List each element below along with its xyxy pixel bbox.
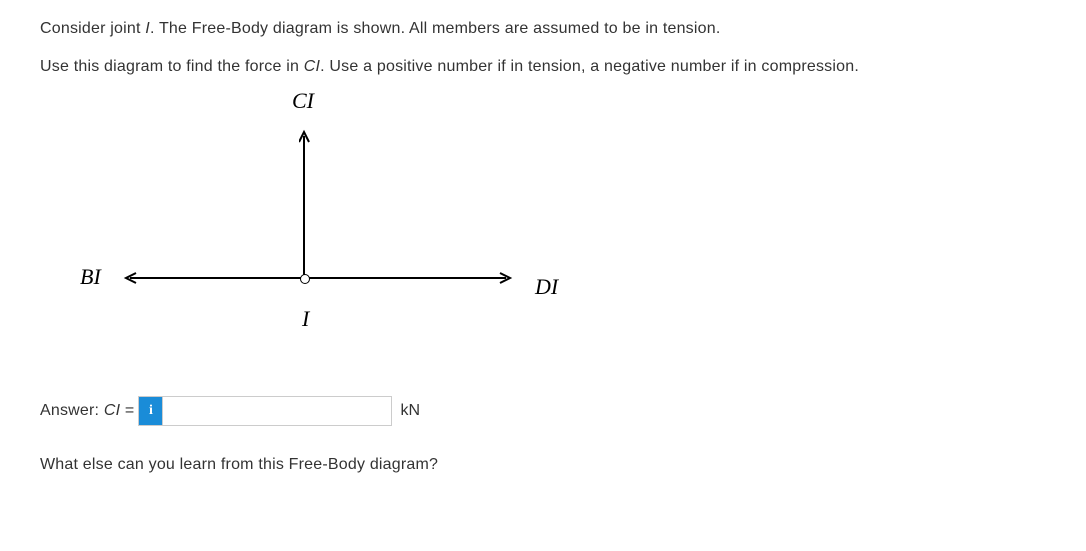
paragraph-1: Consider joint I. The Free-Body diagram … [40, 20, 1046, 38]
answer-label: Answer: CI = [40, 402, 134, 420]
answer-prefix: Answer: [40, 402, 104, 419]
arrow-bi [120, 272, 310, 288]
answer-row: Answer: CI = i kN [40, 396, 1046, 426]
joint-node [300, 274, 310, 284]
answer-input[interactable] [162, 396, 392, 426]
arrow-ci [299, 126, 315, 276]
answer-equals: = [120, 402, 134, 419]
unit-label: kN [400, 402, 420, 420]
label-di: DI [535, 274, 558, 300]
paragraph-2-suffix: . Use a positive number if in tension, a… [320, 58, 859, 75]
paragraph-3: What else can you learn from this Free-B… [40, 456, 1046, 474]
paragraph-2: Use this diagram to find the force in CI… [40, 58, 1046, 76]
arrow-di [306, 272, 516, 288]
label-ci: CI [292, 88, 314, 114]
answer-var: CI [104, 402, 120, 419]
label-i: I [302, 306, 309, 332]
free-body-diagram: CI BI DI I [40, 96, 580, 376]
paragraph-1-prefix: Consider joint [40, 20, 145, 37]
label-bi: BI [80, 264, 101, 290]
paragraph-2-prefix: Use this diagram to find the force in [40, 58, 304, 75]
paragraph-1-suffix: . The Free-Body diagram is shown. All me… [150, 20, 721, 37]
paragraph-2-italic: CI [304, 58, 320, 75]
info-icon[interactable]: i [138, 396, 162, 426]
